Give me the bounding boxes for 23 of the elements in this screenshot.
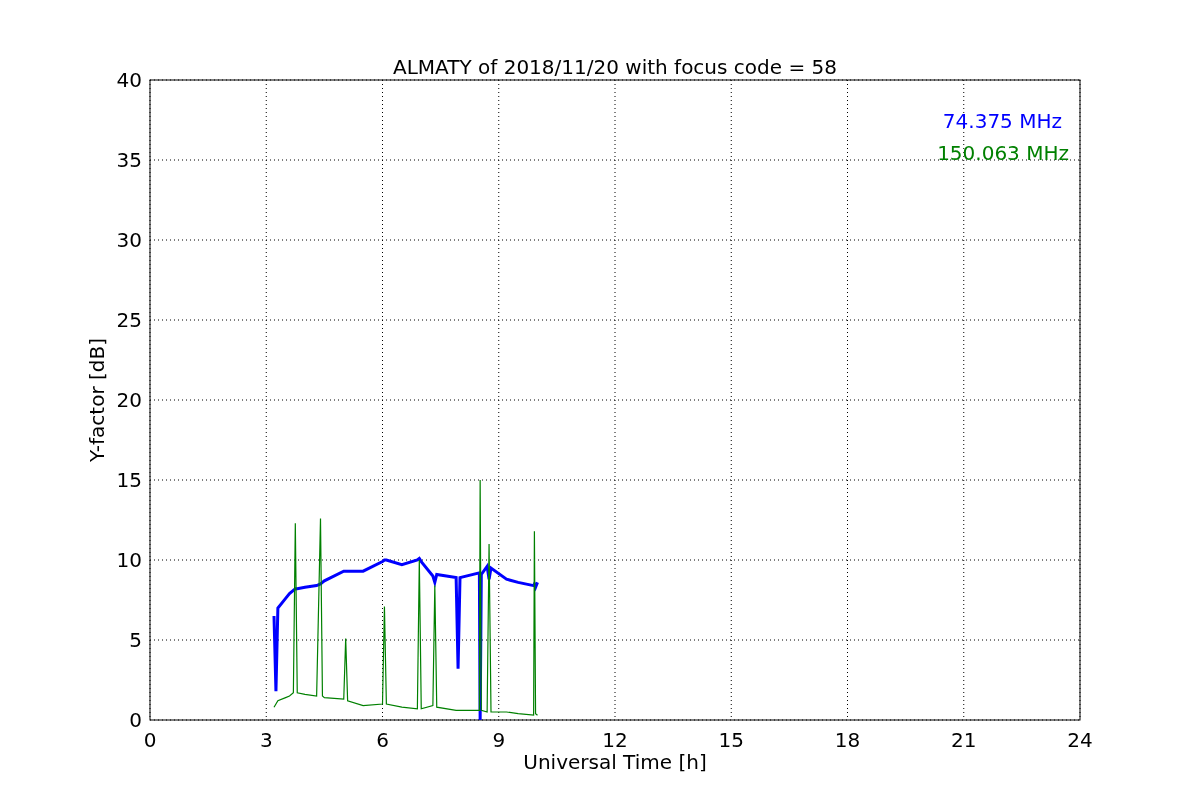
y-tick-label: 20 <box>116 388 142 412</box>
x-tick-label: 9 <box>492 728 506 752</box>
x-tick-label: 6 <box>376 728 389 752</box>
x-tick-label: 24 <box>1067 728 1093 752</box>
chart-title: ALMATY of 2018/11/20 with focus code = 58 <box>393 55 837 79</box>
x-tick-label: 3 <box>259 728 273 752</box>
y-tick-label: 5 <box>129 628 142 652</box>
legend-label: 74.375 MHz <box>942 109 1062 133</box>
x-tick-label: 21 <box>951 728 977 752</box>
y-tick-label: 25 <box>116 308 142 332</box>
y-axis-label: Y-factor [dB] <box>85 338 109 462</box>
x-tick-label: 12 <box>602 728 628 752</box>
y-tick-label: 15 <box>116 468 142 492</box>
y-tick-label: 40 <box>116 68 142 92</box>
x-tick-label: 18 <box>834 728 861 752</box>
y-tick-label: 30 <box>116 228 142 252</box>
x-tick-label: 0 <box>143 728 157 752</box>
legend-label: 150.063 MHz <box>937 141 1069 165</box>
x-tick-label: 15 <box>718 728 744 752</box>
y-tick-label: 0 <box>129 708 142 732</box>
y-tick-label: 10 <box>116 548 142 572</box>
x-axis-label: Universal Time [h] <box>523 750 707 774</box>
y-tick-label: 35 <box>116 148 142 172</box>
